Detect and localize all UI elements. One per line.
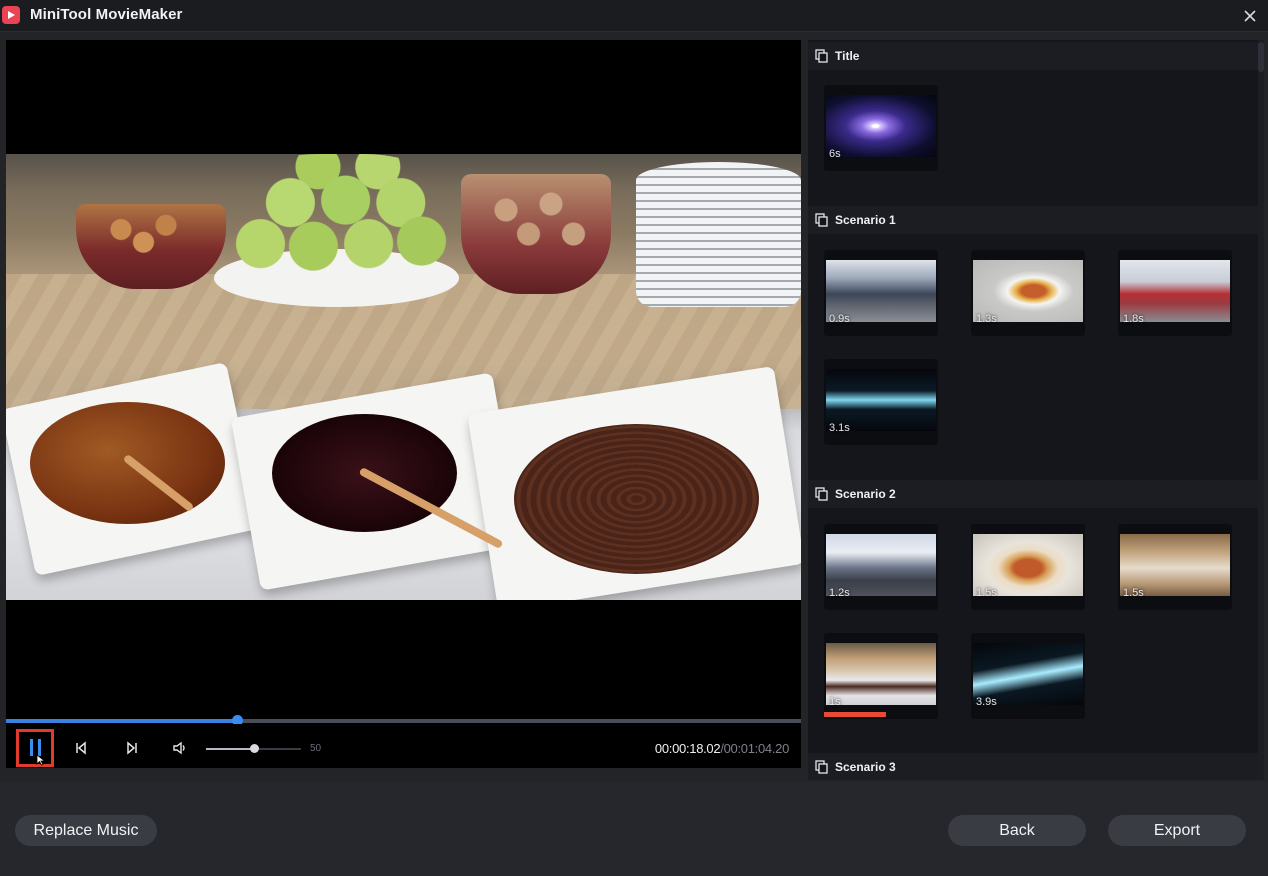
clip-duration: 1.3s [976, 313, 997, 325]
panel-scrollbar[interactable] [1258, 40, 1264, 780]
scrollbar-thumb[interactable] [1258, 42, 1264, 72]
clip-duration: 1.5s [976, 587, 997, 599]
section-header-title: Title [808, 42, 1260, 70]
clip-duration: 1s [829, 696, 841, 708]
copy-icon [815, 213, 828, 227]
clip-duration: 1.5s [1123, 587, 1144, 599]
section-header-scenario-1: Scenario 1 [808, 206, 1260, 234]
current-time: 00:00:18.02 [654, 741, 721, 756]
video-preview [6, 154, 801, 600]
clip-thumbnail[interactable]: 1.2s [824, 524, 938, 610]
volume-fill [206, 748, 254, 750]
clip-duration: 1.2s [829, 587, 850, 599]
player-controls: 50 00:00:18.02/00:01:04.20 [6, 724, 801, 768]
apples [226, 154, 456, 282]
time-display: 00:00:18.02/00:01:04.20 [655, 741, 789, 756]
section-header-scenario-3: Scenario 3 [808, 753, 1260, 780]
playing-indicator [824, 712, 886, 717]
volume-button[interactable] [172, 740, 188, 756]
section-label: Scenario 3 [835, 760, 896, 774]
volume-value: 50 [310, 743, 322, 754]
section-label: Title [835, 49, 860, 63]
step-forward-icon [127, 741, 137, 755]
export-button[interactable]: Export [1108, 815, 1246, 846]
pause-button[interactable] [16, 729, 54, 767]
previous-frame-button[interactable] [74, 740, 90, 756]
clip-thumbnail[interactable]: 3.1s [824, 359, 938, 445]
window-title: MiniTool MovieMaker [30, 6, 183, 23]
section-header-scenario-2: Scenario 2 [808, 480, 1260, 508]
clip-thumbnail[interactable]: 3.9s [971, 633, 1085, 719]
clip-thumbnail[interactable]: 1.3s [971, 250, 1085, 336]
clip-image [826, 643, 936, 705]
cookie-basket-right [461, 174, 611, 294]
clip-duration: 6s [829, 148, 841, 160]
clip-duration: 0.9s [829, 313, 850, 325]
volume-slider[interactable] [206, 744, 301, 753]
next-frame-button[interactable] [123, 740, 139, 756]
clip-duration: 3.9s [976, 696, 997, 708]
clip-duration: 1.8s [1123, 313, 1144, 325]
section-label: Scenario 2 [835, 487, 896, 501]
clip-image [826, 95, 936, 157]
pause-icon [30, 739, 33, 756]
seek-bar[interactable] [6, 715, 801, 726]
copy-icon [815, 760, 828, 774]
speaker-icon [173, 741, 185, 755]
play-logo-icon [2, 6, 20, 24]
replace-music-button[interactable]: Replace Music [15, 815, 157, 846]
back-button[interactable]: Back [948, 815, 1086, 846]
seek-progress [6, 719, 237, 723]
title-bar: MiniTool MovieMaker [0, 0, 1268, 32]
step-back-icon [76, 741, 86, 755]
clip-thumbnail[interactable]: 0.9s [824, 250, 938, 336]
clip-duration: 3.1s [829, 422, 850, 434]
copy-icon [815, 487, 828, 501]
clip-thumbnail-selected[interactable]: 1s [824, 633, 938, 719]
copy-icon [815, 49, 828, 63]
clip-thumbnail[interactable]: 1.5s [1118, 524, 1232, 610]
clip-panel[interactable]: Title 6s Scenario 1 0.9s 1.3s 1.8s 3.1s … [808, 40, 1260, 780]
clip-thumbnail[interactable]: 1.5s [971, 524, 1085, 610]
total-time: /00:01:04.20 [720, 741, 789, 756]
mouse-cursor-icon [36, 754, 46, 766]
section-label: Scenario 1 [835, 213, 896, 227]
plate-stack [636, 162, 801, 307]
volume-handle[interactable] [249, 744, 259, 753]
clip-thumbnail[interactable]: 1.8s [1118, 250, 1232, 336]
clip-thumbnail[interactable]: 6s [824, 85, 938, 171]
video-player[interactable] [6, 40, 801, 767]
close-icon[interactable] [1240, 6, 1260, 26]
chocolate-spread [514, 424, 759, 574]
